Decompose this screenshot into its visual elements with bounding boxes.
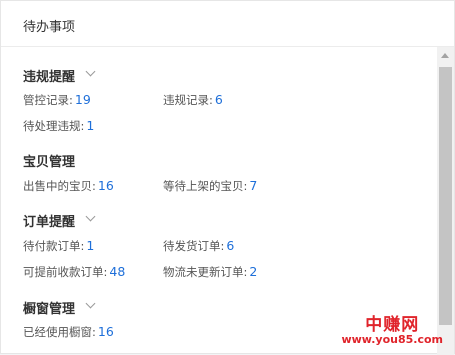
section-title-orders: 订单提醒	[23, 215, 76, 230]
stat-value[interactable]: 6	[226, 238, 234, 253]
stat-label: 物流未更新订单:	[163, 265, 248, 279]
stat-label: 管控记录:	[23, 93, 73, 107]
chevron-down-icon[interactable]	[85, 66, 96, 77]
stat-label: 待处理违规:	[23, 119, 85, 133]
stat-value[interactable]: 2	[249, 264, 257, 279]
stat-awaiting-payment[interactable]: 待付款订单: 1	[23, 238, 94, 254]
watermark-text: 中赚网	[365, 315, 420, 335]
stat-value[interactable]: 19	[75, 92, 91, 107]
stat-items-on-sale[interactable]: 出售中的宝贝: 16	[23, 178, 114, 194]
panel-header: 待办事项	[1, 1, 454, 47]
vertical-scrollbar[interactable]	[437, 47, 454, 355]
section-title-violations: 违规提醒	[23, 70, 76, 85]
scroll-thumb[interactable]	[439, 67, 452, 325]
stat-value[interactable]: 16	[98, 178, 114, 193]
watermark-url: www.you85.com	[341, 333, 443, 346]
panel-content: 违规提醒 管控记录: 19 违规记录: 6 待处理违规: 1 宝贝管理 出售中的宝贝:…	[1, 47, 439, 355]
stat-label: 违规记录:	[163, 93, 213, 107]
stat-early-collection[interactable]: 可提前收款订单: 48	[23, 264, 125, 280]
stat-label: 可提前收款订单:	[23, 265, 108, 279]
chevron-down-icon[interactable]	[85, 211, 96, 222]
stat-awaiting-shipment[interactable]: 待发货订单: 6	[163, 238, 234, 254]
todo-panel: 待办事项 违规提醒 管控记录: 19 违规记录: 6 待处理违规: 1 宝贝管理 出售…	[0, 0, 455, 355]
panel-title: 待办事项	[23, 20, 76, 35]
section-title-items: 宝贝管理	[23, 155, 76, 170]
stat-value[interactable]: 6	[215, 92, 223, 107]
stat-violation-records[interactable]: 违规记录: 6	[163, 92, 223, 108]
stat-label: 待付款订单:	[23, 239, 85, 253]
watermark: 中赚网 www.you85.com	[341, 316, 443, 346]
stat-logistics-not-updated[interactable]: 物流未更新订单: 2	[163, 264, 257, 280]
stat-value[interactable]: 1	[86, 238, 94, 253]
stat-label: 已经使用橱窗:	[23, 325, 96, 339]
stat-label: 出售中的宝贝:	[23, 179, 96, 193]
stat-control-records[interactable]: 管控记录: 19	[23, 92, 91, 108]
stat-value[interactable]: 1	[86, 118, 94, 133]
stat-label: 待发货订单:	[163, 239, 225, 253]
chevron-down-icon[interactable]	[85, 298, 96, 309]
stat-value[interactable]: 7	[249, 178, 257, 193]
scroll-up-arrow-icon[interactable]	[441, 53, 449, 58]
stat-showcase-used[interactable]: 已经使用橱窗: 16	[23, 324, 114, 340]
stat-value[interactable]: 16	[98, 324, 114, 339]
stat-pending-violations[interactable]: 待处理违规: 1	[23, 118, 94, 134]
stat-value[interactable]: 48	[109, 264, 125, 279]
section-title-showcase: 橱窗管理	[23, 302, 76, 317]
stat-items-waiting[interactable]: 等待上架的宝贝: 7	[163, 178, 257, 194]
stat-label: 等待上架的宝贝:	[163, 179, 248, 193]
